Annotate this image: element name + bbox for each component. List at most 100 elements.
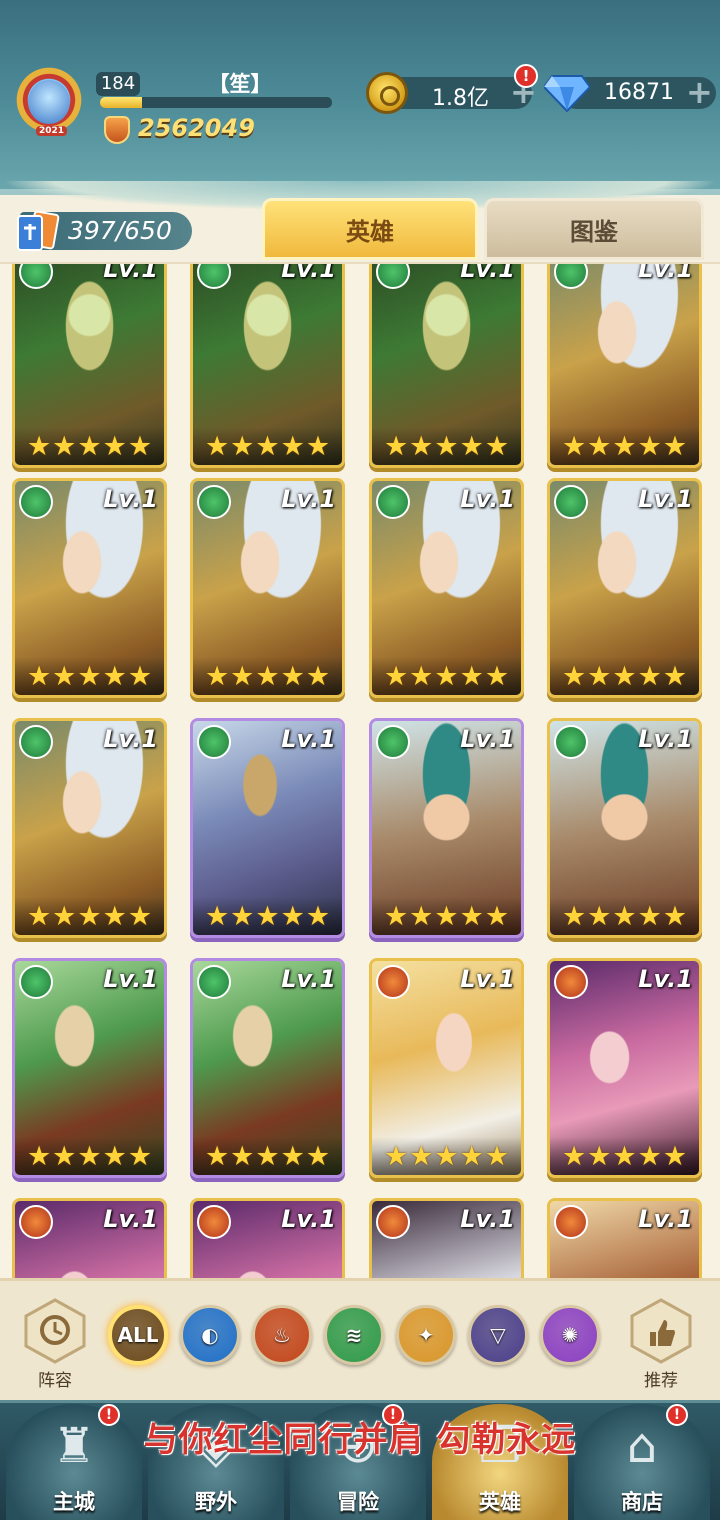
hero-level: Lv.1 xyxy=(103,725,158,753)
player-avatar[interactable]: 2021 xyxy=(6,64,92,144)
hero-card[interactable]: Lv.1★★★★★ xyxy=(190,958,345,1178)
hero-card[interactable]: Lv.1★★★★★ xyxy=(190,1198,345,1278)
avatar-portrait xyxy=(28,80,70,124)
star-icon: ★ xyxy=(280,900,305,932)
hero-card[interactable]: Lv.1★★★★★ xyxy=(190,718,345,938)
hero-card[interactable]: Lv.1 ★★★★★ xyxy=(12,478,167,698)
star-icon: ★ xyxy=(305,660,331,692)
star-icon: ★ xyxy=(77,660,102,692)
hero-level: Lv.1 xyxy=(638,485,693,513)
star-icon: ★ xyxy=(383,430,409,462)
star-icon: ★ xyxy=(459,1140,484,1172)
combat-power: 2562049 xyxy=(138,114,255,142)
filter-void-faction[interactable]: ✺ xyxy=(540,1305,600,1365)
hero-star-rating: ★ ★ ★ ★ ★ xyxy=(550,897,699,935)
star-icon: ★ xyxy=(26,430,52,462)
hero-star-rating: ★ ★ ★ ★ ★ xyxy=(15,1137,164,1175)
star-icon: ★ xyxy=(409,660,434,692)
hero-card[interactable]: Lv.1★★★★★ xyxy=(12,1198,167,1278)
hero-card[interactable]: Lv.1★★★★★ xyxy=(12,262,167,468)
lineup-icon[interactable] xyxy=(22,1298,88,1364)
star-icon: ★ xyxy=(383,900,409,932)
filter-fire-faction[interactable]: ♨ xyxy=(252,1305,312,1365)
recommend-icon[interactable] xyxy=(628,1298,694,1364)
hero-level: Lv.1 xyxy=(460,1205,515,1233)
hero-card[interactable]: Lv.1★★★★★ xyxy=(547,958,702,1178)
hero-card[interactable]: Lv.1★★★★★ xyxy=(547,264,702,468)
star-icon: ★ xyxy=(612,900,637,932)
star-icon: ★ xyxy=(280,1140,305,1172)
lineup-label: 阵容 xyxy=(38,1371,72,1391)
hero-card[interactable]: Lv.1★★★★★ xyxy=(12,718,167,938)
star-icon: ★ xyxy=(409,1140,434,1172)
hero-card[interactable]: Lv.1★★★★★ xyxy=(547,478,702,698)
hero-level: Lv.1 xyxy=(281,965,336,993)
xp-bar xyxy=(100,97,332,108)
star-icon: ★ xyxy=(102,900,127,932)
star-icon: ★ xyxy=(409,900,434,932)
star-icon: ★ xyxy=(434,660,459,692)
star-icon: ★ xyxy=(459,660,484,692)
filter-light-faction[interactable]: ✦ xyxy=(396,1305,456,1365)
forest-faction-icon xyxy=(197,965,231,999)
star-icon: ★ xyxy=(255,1140,280,1172)
filter-all[interactable]: ALL xyxy=(108,1305,168,1365)
hero-star-rating: ★ ★ ★ ★ ★ xyxy=(15,657,164,695)
star-icon: ★ xyxy=(637,430,662,462)
hero-card[interactable]: Lv.1★★★★★ xyxy=(190,262,345,468)
star-icon: ★ xyxy=(459,430,484,462)
star-icon: ★ xyxy=(383,1140,409,1172)
forest-faction-icon: ≋ xyxy=(345,1323,363,1347)
add-gems-button[interactable]: + xyxy=(686,76,713,108)
hero-level: Lv.1 xyxy=(103,485,158,513)
star-icon: ★ xyxy=(204,660,230,692)
hero-card[interactable]: Lv.1★★★★★ xyxy=(547,1198,702,1278)
star-icon: ★ xyxy=(77,900,102,932)
fire-faction-icon: ♨ xyxy=(273,1323,291,1347)
star-icon: ★ xyxy=(587,430,612,462)
star-icon: ★ xyxy=(255,660,280,692)
hero-card[interactable]: Lv.1 ★★★★★ xyxy=(547,718,702,938)
hero-card[interactable]: Lv.1★★★★★ xyxy=(369,478,524,698)
hero-card[interactable]: Lv.1★★★★★ xyxy=(369,958,524,1178)
star-icon: ★ xyxy=(127,900,153,932)
filter-dark-faction[interactable]: ▽ xyxy=(468,1305,528,1365)
hero-card[interactable]: Lv.1★★★★★ xyxy=(369,718,524,938)
filter-water-faction[interactable]: ◐ xyxy=(180,1305,240,1365)
forest-faction-icon xyxy=(197,485,231,519)
filter-forest-faction[interactable]: ≋ xyxy=(324,1305,384,1365)
hero-level: Lv.1 xyxy=(103,262,158,283)
star-icon: ★ xyxy=(52,660,77,692)
fire-faction-icon xyxy=(376,1205,410,1239)
tab-heroes[interactable]: 英雄 xyxy=(262,198,478,260)
void-faction-icon: ✺ xyxy=(561,1323,579,1347)
water-faction-icon: ◐ xyxy=(201,1323,219,1347)
hero-card[interactable]: Lv.1★★★★★ xyxy=(369,264,524,468)
tab-hero-dex[interactable]: 图鉴 xyxy=(484,198,704,260)
hero-level: Lv.1 xyxy=(281,262,336,283)
star-icon: ★ xyxy=(77,1140,102,1172)
hero-card[interactable]: Lv.1★★★★★ xyxy=(369,1198,524,1278)
hero-card[interactable]: Lv.1★★★★★ xyxy=(190,478,345,698)
star-icon: ★ xyxy=(230,1140,255,1172)
star-icon: ★ xyxy=(26,1140,52,1172)
star-icon: ★ xyxy=(662,1140,688,1172)
star-icon: ★ xyxy=(230,900,255,932)
star-icon: ★ xyxy=(612,430,637,462)
star-icon: ★ xyxy=(561,660,587,692)
gem-amount: 16871 xyxy=(604,80,674,105)
hero-level: Lv.1 xyxy=(638,1205,693,1233)
star-icon: ★ xyxy=(637,1140,662,1172)
star-icon: ★ xyxy=(280,430,305,462)
hero-level: Lv.1 xyxy=(281,1205,336,1233)
star-icon: ★ xyxy=(77,430,102,462)
star-icon: ★ xyxy=(280,660,305,692)
hero-level: Lv.1 xyxy=(638,725,693,753)
hero-star-rating: ★ ★ ★ ★ ★ xyxy=(372,1137,521,1175)
hero-level: Lv.1 xyxy=(103,965,158,993)
fire-faction-icon xyxy=(554,1205,588,1239)
star-icon: ★ xyxy=(127,430,153,462)
hero-level: Lv.1 xyxy=(281,725,336,753)
hero-card[interactable]: Lv.1★★★★★ xyxy=(12,958,167,1178)
star-icon: ★ xyxy=(434,900,459,932)
